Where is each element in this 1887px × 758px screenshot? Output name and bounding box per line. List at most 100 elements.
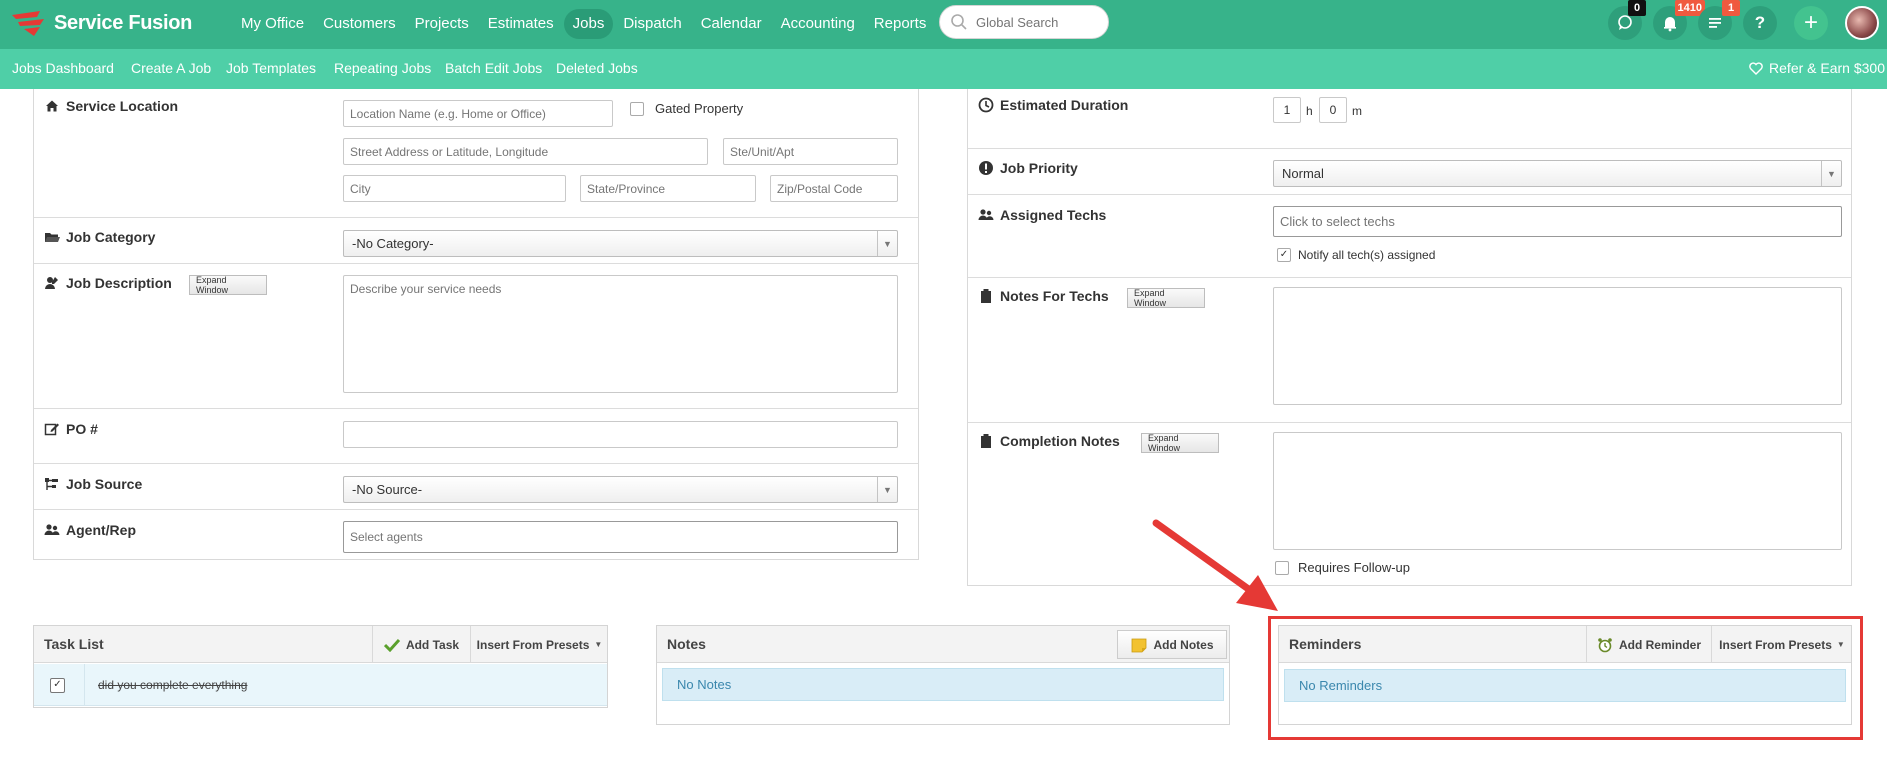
sub-navigation-bar: Jobs Dashboard Create A Job Job Template… — [0, 49, 1887, 89]
subnav-repeating-jobs[interactable]: Repeating Jobs — [334, 49, 431, 87]
nav-dispatch[interactable]: Dispatch — [614, 9, 690, 39]
task-list-title: Task List — [44, 636, 104, 652]
job-description-textarea[interactable] — [343, 275, 898, 393]
notes-for-techs-expand-button[interactable]: Expand Window — [1127, 288, 1205, 308]
bell-icon — [1664, 17, 1676, 32]
service-fusion-logo-icon — [12, 11, 44, 36]
nav-projects[interactable]: Projects — [406, 9, 478, 39]
service-location-label: Service Location — [44, 98, 178, 114]
street-address-input[interactable] — [343, 138, 708, 165]
notes-for-techs-label: Notes For Techs — [978, 288, 1109, 304]
user-edit-icon — [45, 277, 58, 289]
agent-rep-select[interactable] — [343, 521, 898, 553]
notifications-button[interactable]: 1410 — [1653, 0, 1705, 40]
completion-notes-label: Completion Notes — [978, 433, 1120, 449]
gated-property-label: Gated Property — [655, 101, 744, 116]
tasks-button[interactable]: 1 — [1698, 0, 1740, 40]
gated-property-checkbox[interactable] — [630, 102, 644, 116]
sitemap-icon — [45, 478, 58, 490]
completion-notes-textarea[interactable] — [1273, 432, 1842, 550]
unit-input[interactable] — [723, 138, 898, 165]
users-icon — [978, 209, 994, 220]
subnav-create-a-job[interactable]: Create A Job — [131, 49, 211, 87]
notify-techs-checkbox[interactable]: ✓ — [1277, 248, 1291, 262]
logo[interactable]: Service Fusion — [10, 8, 192, 38]
po-number-input[interactable] — [343, 421, 898, 448]
clipboard-icon — [981, 434, 991, 448]
assigned-techs-select[interactable] — [1273, 206, 1842, 237]
exclamation-circle-icon — [979, 161, 993, 175]
duration-minutes-input[interactable]: 0 — [1319, 97, 1347, 123]
plus-icon: + — [1803, 9, 1818, 36]
job-category-select[interactable]: -No Category- ▼ — [343, 230, 898, 257]
notes-for-techs-textarea[interactable] — [1273, 287, 1842, 405]
nav-customers[interactable]: Customers — [314, 9, 405, 39]
nav-accounting[interactable]: Accounting — [772, 9, 864, 39]
location-name-input[interactable] — [343, 100, 613, 127]
clock-icon — [978, 97, 994, 113]
nav-my-office[interactable]: My Office — [232, 9, 313, 39]
notify-techs-label: Notify all tech(s) assigned — [1298, 248, 1436, 262]
chevron-down-icon: ▼ — [877, 231, 897, 256]
job-category-label: Job Category — [44, 229, 155, 245]
subnav-deleted-jobs[interactable]: Deleted Jobs — [556, 49, 638, 87]
task-list-header: Task List Add Task Insert From Presets ▼ — [34, 626, 607, 663]
minutes-unit-label: m — [1352, 104, 1362, 118]
subnav-jobs-dashboard[interactable]: Jobs Dashboard — [12, 49, 114, 87]
global-search-input[interactable] — [974, 13, 1094, 31]
add-button[interactable]: + — [1794, 6, 1828, 40]
nav-estimates[interactable]: Estimates — [479, 9, 563, 39]
job-source-select[interactable]: -No Source- ▼ — [343, 476, 898, 503]
folder-icon — [45, 233, 60, 242]
job-source-label: Job Source — [44, 476, 142, 492]
logo-text: Service Fusion — [54, 11, 193, 34]
po-number-label: PO # — [44, 421, 98, 437]
help-icon: ? — [1754, 13, 1766, 32]
help-button[interactable]: ? — [1743, 6, 1777, 40]
nav-jobs[interactable]: Jobs — [563, 9, 614, 39]
add-notes-button[interactable]: Add Notes — [1117, 630, 1227, 659]
checkmark-icon — [383, 638, 400, 652]
heart-icon — [1749, 61, 1763, 75]
job-description-expand-button[interactable]: Expand Window — [189, 275, 267, 295]
sticky-note-icon — [1131, 638, 1146, 652]
assigned-techs-label: Assigned Techs — [978, 207, 1106, 223]
hours-unit-label: h — [1306, 104, 1313, 118]
task-done-checkbox[interactable]: ✓ — [50, 678, 65, 693]
nav-reports[interactable]: Reports — [865, 9, 936, 39]
job-priority-select[interactable]: Normal ▼ — [1273, 160, 1842, 187]
completion-notes-expand-button[interactable]: Expand Window — [1141, 433, 1219, 453]
city-input[interactable] — [343, 175, 566, 202]
refer-label: Refer & Earn $300 — [1769, 60, 1885, 76]
add-task-button[interactable]: Add Task — [372, 626, 470, 663]
main-nav: My Office Customers Projects Estimates J… — [232, 9, 936, 39]
avatar[interactable] — [1845, 6, 1879, 40]
chevron-down-icon: ▼ — [1821, 161, 1841, 186]
agent-rep-label: Agent/Rep — [44, 522, 136, 538]
notes-card: Notes Add Notes No Notes — [656, 625, 1230, 725]
task-list-card: Task List Add Task Insert From Presets ▼ … — [33, 625, 608, 708]
task-insert-presets-button[interactable]: Insert From Presets ▼ — [470, 626, 608, 663]
subnav-batch-edit-jobs[interactable]: Batch Edit Jobs — [445, 49, 542, 87]
task-text[interactable]: did you complete everything — [98, 678, 247, 692]
top-navigation-bar: Service Fusion My Office Customers Proje… — [0, 0, 1887, 49]
edit-icon — [44, 423, 59, 436]
notes-title: Notes — [667, 636, 706, 652]
reminders-highlight-box — [1268, 616, 1863, 740]
nav-calendar[interactable]: Calendar — [692, 9, 771, 39]
subnav-job-templates[interactable]: Job Templates — [226, 49, 316, 87]
job-description-label: Job Description — [44, 275, 172, 291]
refer-and-earn-link[interactable]: Refer & Earn $300 — [1749, 49, 1885, 87]
zip-input[interactable] — [770, 175, 898, 202]
task-row: ✓ did you complete everything — [34, 664, 607, 706]
notes-header: Notes Add Notes — [657, 626, 1229, 663]
global-search[interactable] — [939, 5, 1109, 39]
caret-down-icon: ▼ — [594, 640, 603, 649]
annotation-arrow-icon — [1152, 519, 1278, 611]
chat-button[interactable]: 0 — [1608, 0, 1646, 40]
duration-hours-input[interactable]: 1 — [1273, 97, 1301, 123]
clipboard-icon — [981, 289, 991, 303]
state-input[interactable] — [580, 175, 756, 202]
no-notes-message: No Notes — [662, 668, 1224, 701]
home-icon — [46, 100, 58, 112]
